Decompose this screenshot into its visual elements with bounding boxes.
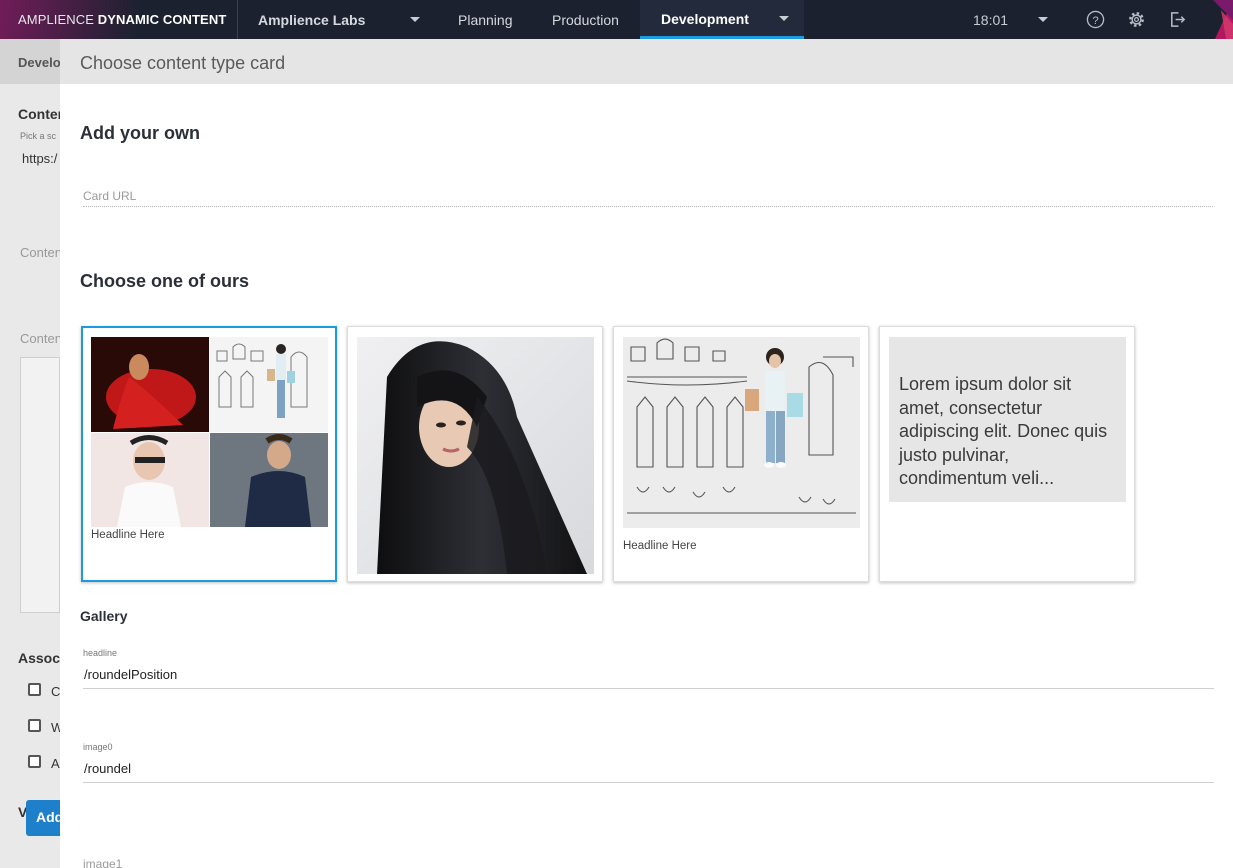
background-checkbox-3[interactable] xyxy=(28,755,41,768)
development-dropdown-caret-icon[interactable] xyxy=(779,16,789,21)
choose-card-dialog: Choose content type card Add your own Ca… xyxy=(60,39,1233,868)
background-pick-hint: Pick a sc xyxy=(20,131,57,141)
background-checkbox-1[interactable] xyxy=(28,683,41,696)
headline-field-label: headline xyxy=(83,648,118,658)
add-your-own-heading: Add your own xyxy=(80,123,200,143)
card-gallery-caption: Headline Here xyxy=(91,529,165,541)
hub-dropdown-caret-icon[interactable] xyxy=(410,17,420,22)
text-card-block: Lorem ipsum dolor sit amet, consectetur … xyxy=(889,337,1126,502)
background-add-button[interactable]: Add xyxy=(26,800,60,836)
background-page: Develop Conten Pick a sc https:/ Conten … xyxy=(0,39,60,868)
corner-decoration xyxy=(1193,0,1233,39)
gear-icon[interactable] xyxy=(1127,10,1146,29)
background-checkbox-3-label: A xyxy=(51,756,60,771)
hub-selector[interactable]: Amplience Labs xyxy=(258,12,365,28)
tab-development-label: Development xyxy=(661,11,749,27)
topbar-divider xyxy=(237,0,238,39)
image0-field-underline xyxy=(83,782,1214,783)
image0-field-label: image0 xyxy=(83,742,113,752)
background-url-value: https:/ xyxy=(22,151,58,166)
help-icon[interactable]: ? xyxy=(1086,10,1105,29)
text-card-body: Lorem ipsum dolor sit amet, consectetur … xyxy=(899,374,1108,488)
background-preview-box xyxy=(20,357,60,613)
headline-field[interactable]: /roundelPosition xyxy=(84,667,177,682)
app-logo[interactable]: AMPLIENCE DYNAMIC CONTENT xyxy=(18,12,226,27)
background-breadcrumb: Develop xyxy=(18,55,60,70)
dialog-title: Choose content type card xyxy=(80,53,286,73)
clock: 18:01 xyxy=(973,12,1009,28)
clock-dropdown-caret-icon[interactable] xyxy=(1038,17,1048,22)
svg-text:?: ? xyxy=(1092,15,1098,27)
tab-production[interactable]: Production xyxy=(552,12,619,28)
top-navigation-bar: AMPLIENCE DYNAMIC CONTENT Amplience Labs… xyxy=(0,0,1233,39)
background-checkbox-1-label: C xyxy=(51,684,60,699)
card-photo[interactable] xyxy=(347,326,603,582)
tab-planning[interactable]: Planning xyxy=(458,12,513,28)
headline-field-underline xyxy=(83,688,1214,689)
tab-development[interactable]: Development xyxy=(640,0,804,39)
card-gallery[interactable]: Headline Here xyxy=(81,326,337,582)
background-add-label: Add xyxy=(36,809,60,825)
dialog-header: Choose content type card xyxy=(60,39,1233,84)
background-associated-heading: Associ xyxy=(18,650,60,666)
background-checkbox-2-label: W xyxy=(51,720,60,735)
card-banner[interactable]: Headline Here xyxy=(613,326,869,582)
image1-field-label[interactable]: image1 xyxy=(83,857,122,868)
hair-model-image xyxy=(357,337,594,574)
card-url-input[interactable]: Card URL xyxy=(83,189,136,203)
background-checkbox-2[interactable] xyxy=(28,719,41,732)
gallery-heading: Gallery xyxy=(80,608,128,624)
shopping-banner-image xyxy=(623,337,860,528)
logout-icon[interactable] xyxy=(1168,10,1187,29)
brand-bold-text: DYNAMIC CONTENT xyxy=(97,12,227,27)
image0-field[interactable]: /roundel xyxy=(84,761,131,776)
gallery-collage-image xyxy=(91,337,328,527)
background-field-3: Conten xyxy=(20,331,60,346)
card-text[interactable]: Lorem ipsum dolor sit amet, consectetur … xyxy=(879,326,1135,582)
card-banner-caption: Headline Here xyxy=(623,540,697,552)
card-url-underline xyxy=(83,206,1213,207)
background-field-2: Conten xyxy=(20,245,60,260)
choose-one-heading: Choose one of ours xyxy=(80,271,250,291)
background-content-heading: Conten xyxy=(18,106,60,122)
brand-light-text: AMPLIENCE xyxy=(18,12,95,27)
